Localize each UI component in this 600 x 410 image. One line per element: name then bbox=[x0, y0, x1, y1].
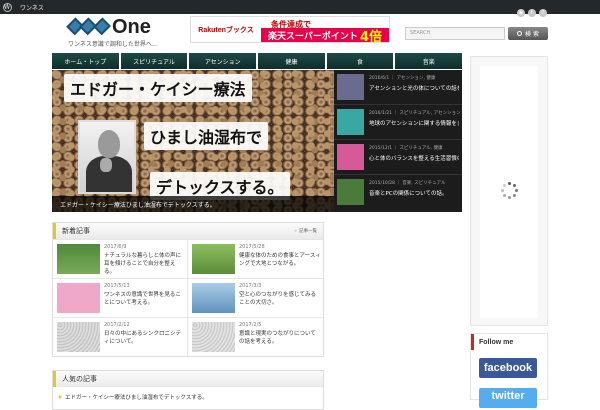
article-card[interactable]: 2017/2/5 意識と現実のつながりについての話を考える。 bbox=[188, 317, 323, 356]
follow-heading: Follow me bbox=[471, 334, 547, 350]
portrait-image bbox=[78, 120, 136, 194]
social-icons: ◉ t f bbox=[514, 9, 547, 17]
article-thumbnail bbox=[57, 322, 100, 352]
side-post-meta: 2016/1/21 ｜ スピリチュアル, アセンション bbox=[369, 111, 461, 116]
article-card[interactable]: 2017/2/12 日々の中にあるシンクロニシティについて。 bbox=[53, 317, 188, 356]
popular-article-item[interactable]: エドガー・ケイシー療法ひまし油湿布でデトックスする。 bbox=[53, 387, 323, 401]
article-thumbnail bbox=[192, 322, 235, 352]
search-placeholder: SEARCH bbox=[410, 30, 431, 36]
loading-spinner-icon bbox=[500, 182, 518, 200]
article-title[interactable]: 健康な体のための食事とアースィングで大地とつながる。 bbox=[239, 252, 321, 268]
side-post-title[interactable]: アセンションと光の体についての話を考える。 bbox=[369, 84, 459, 92]
article-title[interactable]: 意識と現実のつながりについての話を考える。 bbox=[239, 330, 321, 346]
twitter-follow-button[interactable]: twitter bbox=[479, 388, 537, 408]
article-thumbnail bbox=[192, 244, 235, 274]
sidebar-ad-widget bbox=[470, 56, 548, 326]
facebook-follow-button[interactable]: facebook bbox=[479, 358, 537, 378]
banner-main-text: 楽天スーパーポイント bbox=[268, 31, 358, 42]
side-post[interactable]: 2015/10/28 ｜ 音楽, スピリチュアル 音楽とPCの関係についての話。 bbox=[334, 175, 462, 210]
article-card[interactable]: 2017/5/28 健康な体のための食事とアースィングで大地とつながる。 bbox=[188, 239, 323, 278]
nav-item-music[interactable]: 音楽 bbox=[395, 53, 463, 69]
admin-site-label[interactable]: ワンネス bbox=[20, 3, 44, 12]
admin-bar: W ワンネス bbox=[0, 0, 600, 14]
site-tagline: ワンネス意識で調和した世界へ… bbox=[68, 41, 158, 48]
rakuten-banner[interactable]: Rakutenブックス 条件達成で 楽天スーパーポイント 4倍 bbox=[190, 16, 390, 45]
article-date: 2017/5/13 bbox=[104, 283, 130, 289]
article-card[interactable]: 2017/3/3 空と心のつながりを感じてみることの大切さ。 bbox=[188, 278, 323, 317]
side-post-meta: 2016/6/1 ｜ アセンション, 健康 bbox=[369, 76, 436, 81]
nav-item-food[interactable]: 食 bbox=[326, 53, 394, 69]
article-date: 2017/2/5 bbox=[239, 322, 262, 328]
twitter-icon[interactable]: t bbox=[528, 9, 536, 17]
nav-item-spiritual[interactable]: スピリチュアル bbox=[120, 53, 188, 69]
article-date: 2017/6/9 bbox=[104, 244, 127, 250]
logo-mark-icon bbox=[66, 17, 111, 37]
search-input[interactable]: SEARCH bbox=[405, 27, 505, 40]
new-articles-section: 新着記事 記事一覧 2017/6/9 ナチュラルな暮らしと体の声に耳を傾けること… bbox=[52, 222, 324, 357]
main-nav: ホーム・トップ スピリチュアル アセンション 健康 食 音楽 bbox=[52, 53, 463, 69]
side-post-title[interactable]: 心と体のバランスを整える生活習慣の話。 bbox=[369, 154, 459, 162]
side-post[interactable]: 2015/12/1 ｜ スピリチュアル, 健康 心と体のバランスを整える生活習慣… bbox=[334, 140, 462, 175]
banner-multiplier: 4倍 bbox=[359, 29, 382, 45]
article-title[interactable]: 空と心のつながりを感じてみることの大切さ。 bbox=[239, 291, 321, 307]
banner-main: 楽天スーパーポイント 4倍 bbox=[261, 28, 389, 45]
search-icon bbox=[517, 31, 523, 36]
popular-articles-section: 人気の記事 エドガー・ケイシー療法ひまし油湿布でデトックスする。 bbox=[52, 370, 324, 410]
article-list-link[interactable]: 記事一覧 bbox=[294, 228, 317, 234]
article-date: 2017/3/3 bbox=[239, 283, 262, 289]
facebook-icon[interactable]: f bbox=[539, 9, 547, 17]
side-post-meta: 2015/12/1 ｜ スピリチュアル, 健康 bbox=[369, 146, 443, 151]
logo-text: One bbox=[112, 16, 151, 38]
article-title[interactable]: ナチュラルな暮らしと体の声に耳を傾けることで自分を整える。 bbox=[104, 252, 186, 276]
side-post[interactable]: 2016/6/1 ｜ アセンション, 健康 アセンションと光の体についての話を考… bbox=[334, 70, 462, 105]
side-post-thumbnail bbox=[337, 74, 364, 100]
popular-articles-heading: 人気の記事 bbox=[62, 375, 97, 383]
nav-item-home[interactable]: ホーム・トップ bbox=[52, 53, 119, 69]
article-title[interactable]: 日々の中にあるシンクロニシティについて。 bbox=[104, 330, 186, 346]
article-title[interactable]: ワンネスの意識で世界を見ることについて考える。 bbox=[104, 291, 186, 307]
banner-brand: Rakutenブックス bbox=[198, 26, 254, 34]
side-post[interactable]: 2016/1/21 ｜ スピリチュアル, アセンション 地球のアセンションに関す… bbox=[334, 105, 462, 140]
side-post-title[interactable]: 音楽とPCの関係についての話。 bbox=[369, 189, 459, 197]
slide-headline-2: ひまし油湿布で bbox=[144, 122, 269, 150]
side-post-thumbnail bbox=[337, 144, 364, 170]
article-thumbnail bbox=[192, 283, 235, 313]
article-card[interactable]: 2017/6/9 ナチュラルな暮らしと体の声に耳を傾けることで自分を整える。 bbox=[53, 239, 188, 278]
search-button[interactable]: 検 索 bbox=[508, 27, 548, 40]
nav-item-health[interactable]: 健康 bbox=[258, 53, 325, 69]
rss-icon[interactable]: ◉ bbox=[517, 9, 525, 17]
nav-item-ascension[interactable]: アセンション bbox=[189, 53, 257, 69]
wordpress-icon[interactable]: W bbox=[0, 0, 14, 14]
side-post-thumbnail bbox=[337, 179, 364, 205]
slide-caption[interactable]: エドガー・ケイシー療法ひまし油湿布でデトックスする。 bbox=[52, 196, 334, 212]
side-post-title[interactable]: 地球のアセンションに関する情報をまとめる。 bbox=[369, 119, 459, 127]
side-post-meta: 2015/10/28 ｜ 音楽, スピリチュアル bbox=[369, 181, 446, 186]
search-button-label: 検 索 bbox=[525, 31, 539, 38]
featured-slider[interactable]: エドガー・ケイシー療法 ひまし油湿布で デトックスする。 bbox=[52, 70, 334, 212]
article-date: 2017/5/28 bbox=[239, 244, 265, 250]
follow-widget: Follow me facebook twitter bbox=[470, 333, 548, 408]
slide-headline-1: エドガー・ケイシー療法 bbox=[64, 74, 252, 102]
slider-side-posts: 2016/6/1 ｜ アセンション, 健康 アセンションと光の体についての話を考… bbox=[334, 70, 462, 212]
site-logo[interactable]: One ワンネス意識で調和した世界へ… bbox=[66, 16, 188, 51]
article-thumbnail bbox=[57, 244, 100, 274]
article-card[interactable]: 2017/5/13 ワンネスの意識で世界を見ることについて考える。 bbox=[53, 278, 188, 317]
article-thumbnail bbox=[57, 283, 100, 313]
side-post-thumbnail bbox=[337, 109, 364, 135]
article-date: 2017/2/12 bbox=[104, 322, 130, 328]
new-articles-heading: 新着記事 bbox=[62, 227, 90, 235]
